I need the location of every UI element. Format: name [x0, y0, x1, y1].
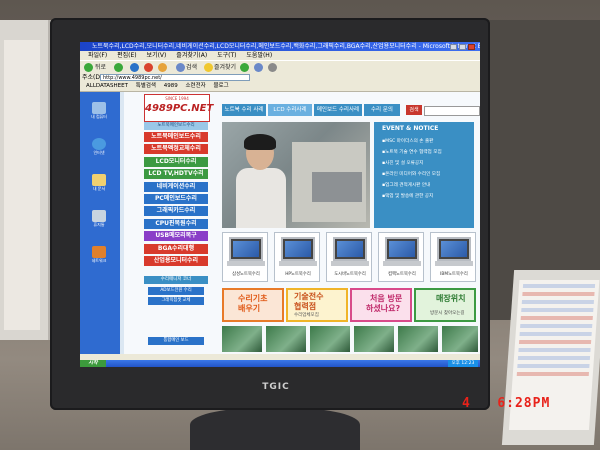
sub-menu-item[interactable]: 통합메인 보드	[148, 337, 204, 345]
favorites-star-icon[interactable]	[204, 63, 213, 72]
stop-icon[interactable]	[144, 63, 153, 72]
address-input[interactable]: http://www.4989pc.net/	[100, 74, 250, 81]
laptop-thumbnail[interactable]: HP노트북수리	[274, 232, 320, 282]
menu-favorites[interactable]: 즐겨찾기(A)	[176, 52, 207, 59]
banner-repair-basics[interactable]: 수리기초 배우기	[222, 288, 284, 322]
menu-bar: 파일(F) 편집(E) 보기(V) 즐겨찾기(A) 도구(T) 도움말(H)	[80, 51, 480, 60]
event-notice-panel: EVENT & NOTICE MSC 마이더스의 손 출판 노트북 기술 연수 …	[374, 122, 474, 228]
category-menu-item[interactable]: CPU핀복원수리	[144, 218, 208, 229]
toolbar: 뒤로 검색 즐겨찾기	[80, 60, 480, 74]
event-notice-title: EVENT & NOTICE	[382, 125, 439, 132]
category-menu-item[interactable]: 산업용모니터수리	[144, 256, 208, 266]
banner-store-location[interactable]: 매장위치 방문시 찾아오는길	[414, 288, 476, 322]
print-icon[interactable]	[268, 63, 277, 72]
event-item[interactable]: MSC 마이더스의 손 출판	[382, 138, 472, 146]
browser-viewport: 내 컴퓨터 인터넷 내 문서 휴지통 네트워크 SINCE 1994 4989P…	[80, 92, 480, 354]
site-search-button[interactable]: 검색	[406, 105, 422, 115]
desktop-icon-recycle-bin[interactable]: 휴지통	[88, 210, 110, 228]
monitor-screen: 노트북수리,LCD수리,모니터수리,네비게이션수리,LCD모니터수리,메인보드수…	[80, 42, 480, 367]
mail-icon[interactable]	[254, 63, 263, 72]
circuit-board-images	[222, 326, 478, 352]
maximize-button[interactable]	[459, 43, 466, 50]
forward-arrow-icon[interactable]	[114, 63, 123, 72]
sub-menu-title: 수리매니저 코너	[144, 276, 208, 284]
event-item[interactable]: 노트북 기술 연수 협력업 모집	[382, 149, 472, 157]
category-menu-item[interactable]: PC메인보드수리	[144, 194, 208, 204]
sub-menu-item[interactable]: AD보드전원 수리	[148, 287, 204, 295]
event-item[interactable]: 택업 및 발송에 관한 공지	[382, 193, 472, 201]
link-soryeon[interactable]: 소련전자	[186, 83, 206, 89]
event-item[interactable]: 사진 및 설 오류공지	[382, 160, 472, 168]
monitor-brand-logo: TGIC	[262, 382, 290, 392]
back-button[interactable]: 뒤로	[95, 63, 106, 72]
close-button[interactable]	[468, 43, 475, 50]
monitor-stand	[190, 408, 360, 450]
link-special-search[interactable]: 특별검색	[136, 83, 156, 89]
technician-photo	[222, 122, 370, 228]
category-menu-item[interactable]: 네비게이션수리	[144, 181, 208, 192]
left-monitor	[0, 20, 51, 340]
site-search-input[interactable]	[424, 106, 480, 116]
category-menu-item[interactable]: 노트북메인보드수리	[144, 132, 208, 142]
web-page: SINCE 1994 4989PC.NET 노트북메인보드수리 수리매니저 코너…	[124, 92, 480, 354]
desktop-icon-network[interactable]: 네트워크	[88, 246, 110, 264]
tab-lcd-cases[interactable]: LCD 수리사례	[268, 104, 312, 116]
menu-view[interactable]: 보기(V)	[147, 52, 167, 59]
category-menu-item[interactable]: LCD TV,HDTV수리	[144, 169, 208, 180]
category-menu-item[interactable]: 그래픽카드수리	[144, 206, 208, 217]
banner-tech-partner[interactable]: 기술전수 협력점 수리업체모집	[286, 288, 348, 322]
search-icon[interactable]	[176, 63, 185, 72]
back-arrow-icon[interactable]	[84, 63, 93, 72]
tab-notebook-cases[interactable]: 노트북 수리 사례	[222, 104, 266, 116]
home-icon[interactable]	[158, 63, 167, 72]
link-blog[interactable]: 블로그	[214, 83, 229, 89]
site-logo[interactable]: SINCE 1994 4989PC.NET	[144, 94, 213, 122]
laptop-thumbnail[interactable]: IBM노트북수리	[430, 232, 476, 282]
laptop-thumbnails: 삼성노트북수리 HP노트북수리 도시바노트북수리 컴팩노트북수리 IBM노트북수…	[222, 232, 478, 282]
laptop-thumbnail[interactable]: 삼성노트북수리	[222, 232, 268, 282]
search-button[interactable]: 검색	[186, 63, 197, 72]
address-bar: 주소(D) http://www.4989pc.net/	[80, 73, 480, 82]
laptop-thumbnail[interactable]: 컴팩노트북수리	[378, 232, 424, 282]
photo-timestamp: 4 6:28PM	[462, 396, 551, 411]
banner-first-visit[interactable]: 처음 방문 하셨나요?	[350, 288, 412, 322]
event-item[interactable]: 업그레 견적게시판 안내	[382, 182, 472, 190]
taskbar-clock: 오후 12:23	[448, 360, 478, 367]
right-laptop	[501, 270, 600, 445]
menu-edit[interactable]: 편집(E)	[117, 52, 137, 59]
category-menu-item[interactable]: USB메모리복구	[144, 231, 208, 242]
category-menu-top[interactable]: 노트북메인보드수리	[144, 122, 208, 130]
desktop-icons-strip: 내 컴퓨터 인터넷 내 문서 휴지통 네트워크	[80, 92, 120, 354]
window-title: 노트북수리,LCD수리,모니터수리,네비게이션수리,LCD모니터수리,메인보드수…	[80, 42, 480, 51]
media-icon[interactable]	[240, 63, 249, 72]
laptop-thumbnail[interactable]: 도시바노트북수리	[326, 232, 372, 282]
sub-menu-item[interactable]: 그래픽칩셋 교체	[148, 297, 204, 305]
favorites-button[interactable]: 즐겨찾기	[214, 63, 236, 72]
category-menu-item[interactable]: BGA수리대행	[144, 243, 208, 254]
start-button[interactable]: 시작	[80, 360, 106, 367]
event-item[interactable]: 온라인 미디어와 수리인 모집	[382, 171, 472, 179]
menu-file[interactable]: 파일(F)	[88, 52, 107, 59]
minimize-button[interactable]	[450, 43, 457, 50]
links-bar: ALLDATASHEET 특별검색 4989 소련전자 블로그	[80, 82, 480, 92]
link-4989[interactable]: 4989	[164, 83, 178, 89]
category-menu-item[interactable]: LCD모니터수리	[144, 156, 208, 167]
menu-tools[interactable]: 도구(T)	[217, 52, 236, 59]
desktop-icon-internet[interactable]: 인터넷	[88, 138, 110, 156]
taskbar: 시작 오후 12:23	[80, 360, 480, 367]
refresh-icon[interactable]	[130, 63, 139, 72]
link-alldatasheet[interactable]: ALLDATASHEET	[86, 83, 128, 89]
menu-help[interactable]: 도움말(H)	[246, 52, 272, 59]
desktop-icon-my-computer[interactable]: 내 컴퓨터	[88, 102, 110, 120]
tab-mainboard-cases[interactable]: 메인보드 수리사례	[314, 104, 362, 116]
tab-inquiry[interactable]: 수리 문의	[364, 104, 400, 116]
category-menu-item[interactable]: 노트북액정교체수리	[144, 144, 208, 155]
desktop-icon-my-documents[interactable]: 내 문서	[88, 174, 110, 192]
